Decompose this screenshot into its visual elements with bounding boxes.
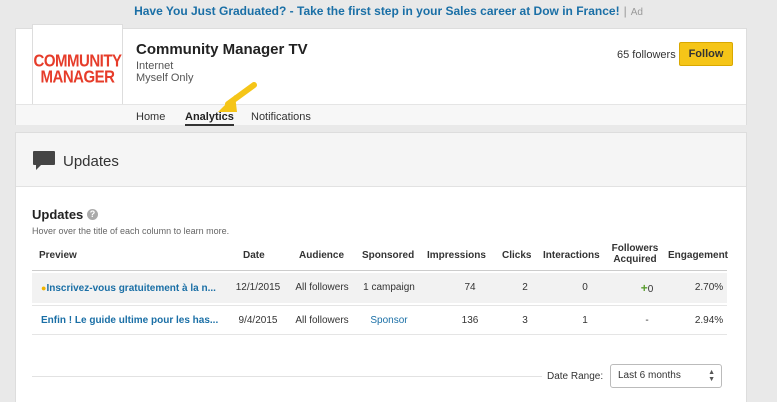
clicks-cell: 2	[522, 282, 528, 293]
audience-cell: All followers	[295, 315, 349, 326]
section-title: Updates	[32, 207, 84, 222]
column-header-sponsored[interactable]: Sponsored	[362, 250, 414, 261]
engagement-cell: 2.94%	[694, 315, 724, 326]
updates-header: Updates	[16, 133, 746, 187]
section-hint: Hover over the title of each column to l…	[32, 226, 230, 236]
ad-text[interactable]: - Take the first step in your Sales care…	[286, 4, 620, 18]
date-range-value: Last 6 months	[618, 370, 681, 381]
preview-cell[interactable]: ●Inscrivez-vous gratuitement à la n...	[41, 273, 231, 303]
interactions-cell: 0	[582, 282, 588, 293]
company-logo: COMMUNITY MANAGER	[32, 24, 123, 115]
column-header-followers: Followers	[611, 243, 659, 254]
followers-acquired-cell: +0	[640, 281, 654, 295]
tab-home[interactable]: Home	[136, 111, 165, 123]
column-header-clicks[interactable]: Clicks	[502, 250, 531, 261]
preview-link[interactable]: Enfin ! Le guide ultime pour les has...	[41, 315, 218, 326]
pointer-arrow-icon	[218, 82, 257, 112]
ad-headline-link[interactable]: Have You Just Graduated?	[134, 4, 286, 18]
updates-header-title: Updates	[63, 153, 119, 170]
company-name: Community Manager TV	[136, 41, 308, 58]
sponsor-link[interactable]: Sponsor	[358, 306, 420, 336]
table-row[interactable]: Enfin ! Le guide ultime pour les has... …	[32, 305, 727, 335]
column-header-engagement[interactable]: Engagement	[668, 250, 728, 261]
engagement-cell: 2.70%	[694, 282, 724, 293]
date-cell: 9/4/2015	[238, 315, 278, 326]
company-header: COMMUNITY MANAGER Community Manager TV I…	[15, 24, 747, 126]
help-icon[interactable]: ?	[87, 209, 98, 220]
select-arrows-icon: ▲ ▼	[708, 369, 715, 383]
followers-count: 65 followers	[617, 49, 676, 61]
column-header-impressions[interactable]: Impressions	[427, 250, 486, 261]
preview-link[interactable]: Inscrivez-vous gratuitement à la n...	[46, 283, 216, 294]
column-header-interactions[interactable]: Interactions	[543, 250, 600, 261]
plus-icon: +	[640, 281, 648, 295]
column-header-date[interactable]: Date	[243, 250, 265, 261]
company-visibility: Myself Only	[136, 72, 194, 84]
column-header-preview[interactable]: Preview	[39, 250, 77, 261]
followers-acquired-cell: -	[645, 315, 649, 326]
sponsored-cell: 1 campaign	[363, 282, 415, 293]
updates-card: Updates Updates ? Hover over the title o…	[15, 132, 747, 402]
impressions-cell: 136	[461, 315, 479, 326]
follow-button[interactable]: Follow	[679, 42, 733, 66]
divider	[32, 376, 542, 377]
clicks-cell: 3	[522, 315, 528, 326]
date-range-select[interactable]: Last 6 months ▲ ▼	[610, 364, 722, 388]
date-range-label: Date Range:	[547, 371, 604, 382]
ad-separator: |	[623, 4, 627, 18]
table-header-divider	[32, 270, 727, 271]
column-header-acquired: Acquired	[613, 254, 657, 265]
tab-notifications[interactable]: Notifications	[251, 111, 311, 123]
speech-bubble-icon	[33, 151, 55, 170]
tab-bar: Home Analytics Notifications	[16, 104, 746, 126]
ad-banner[interactable]: Have You Just Graduated? - Take the firs…	[0, 0, 777, 22]
interactions-cell: 1	[582, 315, 588, 326]
column-header-audience[interactable]: Audience	[299, 250, 344, 261]
ad-tag: Ad	[630, 7, 643, 18]
table-row[interactable]: ●Inscrivez-vous gratuitement à la n... 1…	[32, 273, 727, 303]
date-cell: 12/1/2015	[235, 282, 281, 293]
logo-line-2: MANAGER	[40, 67, 116, 87]
preview-cell[interactable]: Enfin ! Le guide ultime pour les has...	[41, 306, 231, 336]
audience-cell: All followers	[295, 282, 349, 293]
column-header-followers-acquired[interactable]: Followers Acquired	[610, 243, 660, 265]
impressions-cell: 74	[464, 282, 476, 293]
company-industry: Internet	[136, 60, 174, 72]
